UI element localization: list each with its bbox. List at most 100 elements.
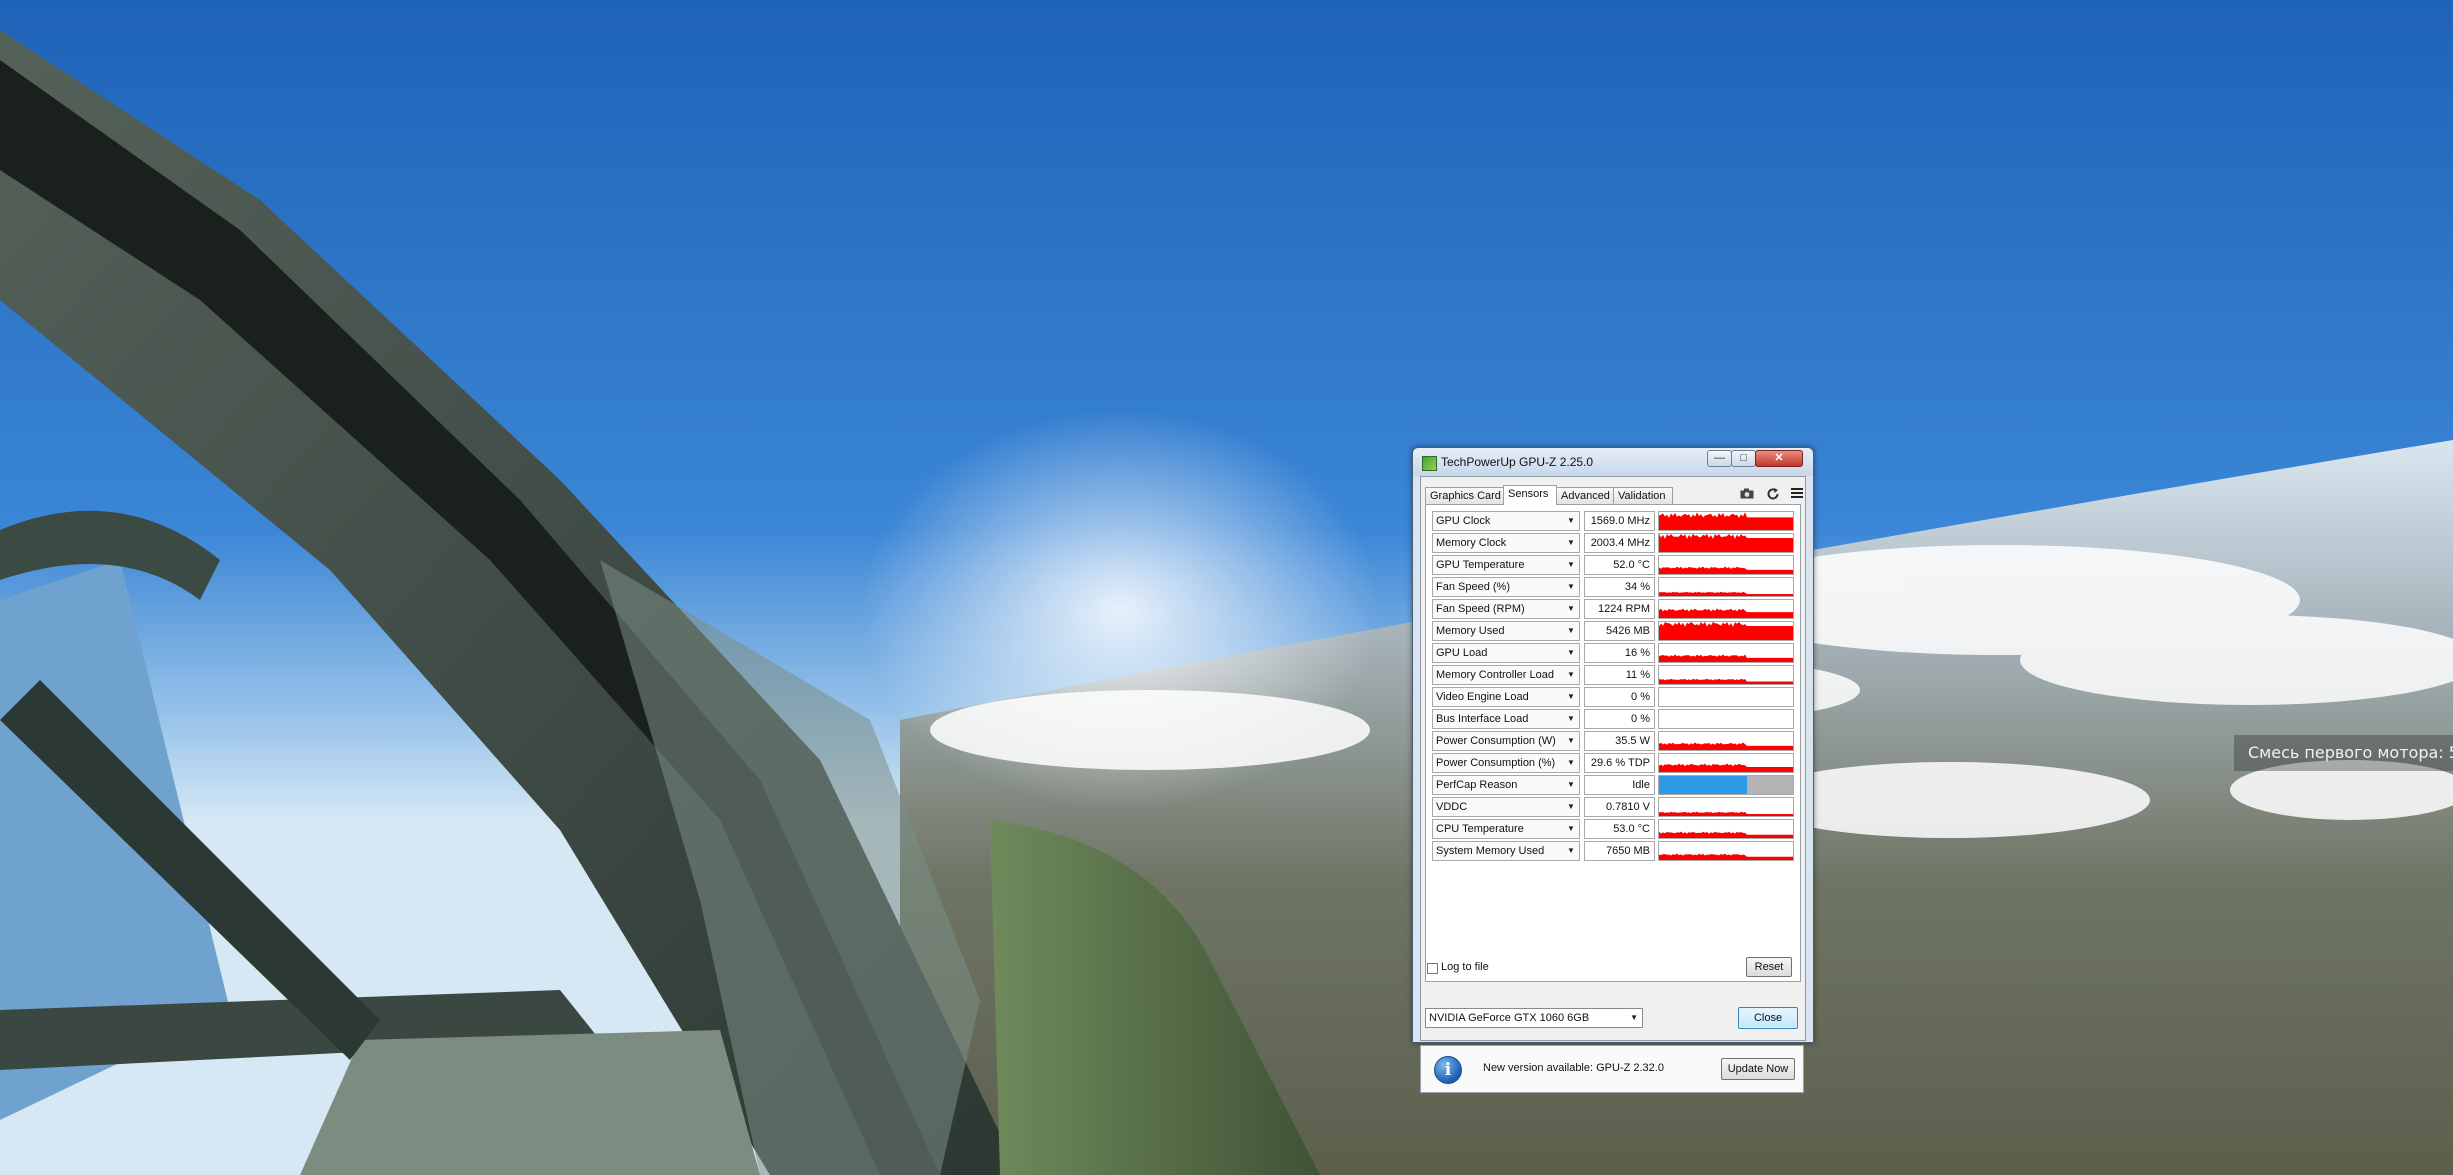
sensor-graph — [1658, 797, 1794, 817]
sensor-graph — [1658, 753, 1794, 773]
perfcap-rest-bar — [1747, 776, 1793, 794]
sensor-name-dropdown[interactable]: Power Consumption (W) ▼ — [1432, 731, 1580, 751]
sensor-graph-area — [1659, 622, 1793, 640]
sensor-value: 16 % — [1584, 643, 1655, 663]
game-scene-background — [0, 0, 2453, 1175]
sensor-graph — [1658, 841, 1794, 861]
sensor-graph — [1658, 709, 1794, 729]
sensor-value: 5426 MB — [1584, 621, 1655, 641]
sensor-name-dropdown[interactable]: PerfCap Reason ▼ — [1432, 775, 1580, 795]
sensor-name-dropdown[interactable]: CPU Temperature ▼ — [1432, 819, 1580, 839]
sensor-row: Memory Controller Load ▼ 11 % — [1432, 664, 1794, 686]
sensor-name: Memory Controller Load — [1436, 669, 1554, 681]
sensor-value: 7650 MB — [1584, 841, 1655, 861]
window-title: TechPowerUp GPU-Z 2.25.0 — [1441, 455, 1594, 469]
chevron-down-icon: ▼ — [1567, 758, 1575, 767]
sensor-name-dropdown[interactable]: Bus Interface Load ▼ — [1432, 709, 1580, 729]
tab-advanced[interactable]: Advanced — [1556, 487, 1614, 504]
sensor-value: 53.0 °C — [1584, 819, 1655, 839]
chevron-down-icon: ▼ — [1567, 582, 1575, 591]
sensor-graph — [1658, 621, 1794, 641]
sensor-name-dropdown[interactable]: Memory Clock ▼ — [1432, 533, 1580, 553]
sensor-row: Bus Interface Load ▼ 0 % — [1432, 708, 1794, 730]
sensor-value: 0.7810 V — [1584, 797, 1655, 817]
sensor-name: Memory Clock — [1436, 537, 1507, 549]
gpuz-app-icon — [1422, 456, 1437, 471]
camera-icon[interactable] — [1739, 487, 1755, 503]
reset-button[interactable]: Reset — [1746, 957, 1792, 977]
sensor-graph-area — [1659, 763, 1793, 772]
sensor-name-dropdown[interactable]: System Memory Used ▼ — [1432, 841, 1580, 861]
sensor-row: GPU Temperature ▼ 52.0 °C — [1432, 554, 1794, 576]
sensor-name-dropdown[interactable]: Memory Controller Load ▼ — [1432, 665, 1580, 685]
tab-sensors[interactable]: Sensors — [1503, 485, 1557, 505]
chevron-down-icon: ▼ — [1567, 714, 1575, 723]
sensor-value: 11 % — [1584, 665, 1655, 685]
sensor-row: Power Consumption (%) ▼ 29.6 % TDP — [1432, 752, 1794, 774]
sensors-panel: GPU Clock ▼ 1569.0 MHz Memory Clock ▼ 2003.4 … — [1425, 504, 1801, 982]
sensor-graph — [1658, 577, 1794, 597]
update-now-button[interactable]: Update Now — [1721, 1058, 1795, 1080]
sensor-row: Power Consumption (W) ▼ 35.5 W — [1432, 730, 1794, 752]
close-button[interactable]: Close — [1738, 1007, 1798, 1029]
sensor-graph — [1658, 643, 1794, 663]
sensor-graph-area — [1659, 831, 1793, 838]
sensor-row: GPU Clock ▼ 1569.0 MHz — [1432, 510, 1794, 532]
sensor-row: System Memory Used ▼ 7650 MB — [1432, 840, 1794, 862]
sensor-name: GPU Clock — [1436, 515, 1491, 527]
perfcap-idle-bar — [1659, 776, 1747, 794]
log-to-file-label: Log to file — [1441, 961, 1489, 973]
sensor-graph — [1658, 599, 1794, 619]
sensor-name-dropdown[interactable]: GPU Temperature ▼ — [1432, 555, 1580, 575]
sensor-row: CPU Temperature ▼ 53.0 °C — [1432, 818, 1794, 840]
refresh-icon[interactable] — [1765, 487, 1781, 503]
sensor-value: 1569.0 MHz — [1584, 511, 1655, 531]
tab-graphics-card[interactable]: Graphics Card — [1425, 487, 1504, 504]
sensor-name: VDDC — [1436, 801, 1468, 813]
sensor-name-dropdown[interactable]: VDDC ▼ — [1432, 797, 1580, 817]
sensor-graph — [1658, 687, 1794, 707]
sensor-value: Idle — [1584, 775, 1655, 795]
gpu-selector-value: NVIDIA GeForce GTX 1060 6GB — [1429, 1012, 1590, 1024]
sensor-name-dropdown[interactable]: Power Consumption (%) ▼ — [1432, 753, 1580, 773]
gpuz-window: TechPowerUp GPU-Z 2.25.0 — □ ✕ Graphics … — [1412, 447, 1814, 1043]
hamburger-menu-icon[interactable] — [1789, 487, 1805, 503]
minimize-button[interactable]: — — [1707, 450, 1732, 467]
sensor-name: Power Consumption (W) — [1436, 735, 1556, 747]
sensor-name-dropdown[interactable]: Video Engine Load ▼ — [1432, 687, 1580, 707]
sensor-graph-area — [1659, 811, 1793, 816]
gpu-selector-dropdown[interactable]: NVIDIA GeForce GTX 1060 6GB ▼ — [1425, 1008, 1643, 1028]
sensor-graph-area — [1659, 566, 1793, 574]
game-status-overlay: Смесь первого мотора: 50% — [2234, 735, 2453, 771]
chevron-down-icon: ▼ — [1567, 604, 1575, 613]
sensor-name: Memory Used — [1436, 625, 1505, 637]
update-notification: i New version available: GPU-Z 2.32.0 Up… — [1420, 1045, 1804, 1093]
tab-validation[interactable]: Validation — [1613, 487, 1673, 504]
sensor-name: Fan Speed (%) — [1436, 581, 1510, 593]
sensor-graph — [1658, 665, 1794, 685]
sensor-name: PerfCap Reason — [1436, 779, 1518, 791]
sensor-name-dropdown[interactable]: Fan Speed (%) ▼ — [1432, 577, 1580, 597]
sensor-graph — [1658, 511, 1794, 531]
chevron-down-icon: ▼ — [1567, 802, 1575, 811]
sensor-name-dropdown[interactable]: Fan Speed (RPM) ▼ — [1432, 599, 1580, 619]
sensor-row: PerfCap Reason ▼ Idle — [1432, 774, 1794, 796]
title-bar[interactable]: TechPowerUp GPU-Z 2.25.0 — □ ✕ — [1413, 448, 1813, 476]
chevron-down-icon: ▼ — [1567, 648, 1575, 657]
log-to-file-checkbox[interactable] — [1427, 963, 1438, 974]
sensor-value: 35.5 W — [1584, 731, 1655, 751]
sensor-graph-area — [1659, 591, 1793, 596]
update-message: New version available: GPU-Z 2.32.0 — [1483, 1062, 1664, 1074]
chevron-down-icon: ▼ — [1567, 736, 1575, 745]
sensor-row: VDDC ▼ 0.7810 V — [1432, 796, 1794, 818]
sensor-name-dropdown[interactable]: GPU Load ▼ — [1432, 643, 1580, 663]
maximize-button[interactable]: □ — [1731, 450, 1756, 467]
sensor-name-dropdown[interactable]: GPU Clock ▼ — [1432, 511, 1580, 531]
sensor-value: 34 % — [1584, 577, 1655, 597]
chevron-down-icon: ▼ — [1567, 560, 1575, 569]
sensor-value: 1224 RPM — [1584, 599, 1655, 619]
chevron-down-icon: ▼ — [1567, 516, 1575, 525]
close-window-button[interactable]: ✕ — [1755, 450, 1803, 467]
sensor-graph-area — [1659, 742, 1793, 750]
sensor-name-dropdown[interactable]: Memory Used ▼ — [1432, 621, 1580, 641]
